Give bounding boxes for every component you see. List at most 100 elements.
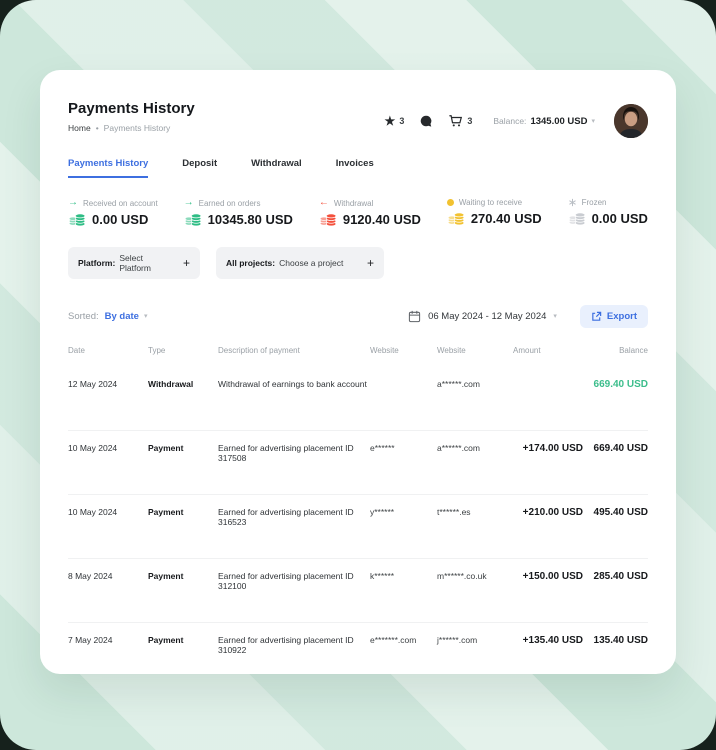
export-label: Export	[607, 311, 637, 322]
stat-label: Earned on orders	[199, 199, 261, 208]
pending-dot-icon	[447, 199, 454, 206]
messages-button[interactable]	[419, 114, 433, 128]
tab-withdrawal[interactable]: Withdrawal	[251, 158, 302, 178]
chat-icon	[419, 114, 433, 128]
cell-balance: 495.40 USD	[583, 507, 648, 518]
cell-type: Payment	[148, 507, 218, 517]
header-left: Payments History Home • Payments History	[68, 100, 195, 133]
stat-label: Frozen	[582, 198, 607, 207]
projects-filter[interactable]: All projects: Choose a project +	[216, 247, 384, 279]
stat-value: 9120.40 USD	[343, 212, 421, 227]
cart-button[interactable]: 3	[448, 114, 472, 128]
cell-type: Payment	[148, 635, 218, 645]
breadcrumb-separator: •	[96, 123, 99, 133]
balance-label: Balance:	[493, 116, 526, 126]
coins-icon	[568, 211, 586, 226]
stat-value: 10345.80 USD	[208, 212, 293, 227]
balance-menu[interactable]: Balance: 1345.00 USD ▾	[493, 116, 595, 127]
column-header-description: Description of payment	[218, 346, 370, 355]
platform-filter[interactable]: Platform: Select Platform +	[68, 247, 200, 279]
payments-table: Date Type Description of payment Website…	[68, 346, 648, 687]
favorites-button[interactable]: ★ 3	[385, 115, 405, 127]
cell-description: Earned for advertising placement ID 3165…	[218, 507, 370, 527]
tab-deposit[interactable]: Deposit	[182, 158, 217, 178]
plus-icon: +	[169, 256, 190, 270]
stat-label: Withdrawal	[334, 199, 374, 208]
cart-count: 3	[467, 116, 472, 126]
cell-website-1: e******	[370, 443, 437, 453]
cell-website-2: a******.com	[437, 379, 513, 389]
cell-description: Earned for advertising placement ID 3175…	[218, 443, 370, 463]
header-right: ★ 3 3 Balance: 1345.00 USD ▾	[385, 104, 648, 138]
breadcrumb-current: Payments History	[104, 123, 171, 133]
coins-icon	[184, 212, 202, 227]
column-header-amount: Amount	[513, 346, 583, 355]
platform-filter-label: Platform:	[78, 258, 115, 268]
cell-website-2: m******.co.uk	[437, 571, 513, 581]
tab-invoices[interactable]: Invoices	[336, 158, 374, 178]
cell-description: Withdrawal of earnings to bank account	[218, 379, 370, 389]
cell-balance: 285.40 USD	[583, 571, 648, 582]
cell-date: 10 May 2024	[68, 507, 148, 517]
cell-type: Payment	[148, 443, 218, 453]
cell-date: 8 May 2024	[68, 571, 148, 581]
stat-earned-on-orders: → Earned on orders 10345.80 USD	[184, 198, 293, 227]
cell-website-2: a******.com	[437, 443, 513, 453]
stat-value: 0.00 USD	[592, 211, 648, 226]
cell-amount: +150.00 USD	[513, 571, 583, 582]
card-header: Payments History Home • Payments History…	[68, 100, 648, 138]
cell-website-1: k******	[370, 571, 437, 581]
cell-balance: 669.40 USD	[583, 443, 648, 454]
stat-received-on-account: → Received on account 0.00 USD	[68, 198, 158, 227]
cell-date: 7 May 2024	[68, 635, 148, 645]
chevron-down-icon: ▾	[591, 118, 595, 125]
cell-website-1: y******	[370, 507, 437, 517]
column-header-date: Date	[68, 346, 148, 355]
table-row: 7 May 2024 Payment Earned for advertisin…	[68, 623, 648, 687]
cell-description: Earned for advertising placement ID 3109…	[218, 635, 370, 655]
projects-filter-value: Choose a project	[279, 258, 343, 268]
cell-date: 12 May 2024	[68, 379, 148, 389]
table-header: Date Type Description of payment Website…	[68, 346, 648, 367]
chevron-down-icon: ▾	[553, 313, 557, 320]
cell-website-2: j******.com	[437, 635, 513, 645]
cell-type: Payment	[148, 571, 218, 581]
export-icon	[591, 311, 602, 322]
stat-waiting-to-receive: Waiting to receive 270.40 USD	[447, 198, 542, 227]
breadcrumb: Home • Payments History	[68, 123, 195, 133]
avatar-image	[614, 104, 648, 138]
table-row: 10 May 2024 Payment Earned for advertisi…	[68, 431, 648, 495]
cell-type: Withdrawal	[148, 379, 218, 389]
column-header-website-2: Website	[437, 346, 513, 355]
sorted-label: Sorted:	[68, 311, 99, 322]
tab-bar: Payments History Deposit Withdrawal Invo…	[68, 158, 648, 178]
column-header-type: Type	[148, 346, 218, 355]
stats-row: → Received on account 0.00 USD → Earned …	[68, 198, 648, 227]
tab-payments-history[interactable]: Payments History	[68, 158, 148, 178]
date-range-picker[interactable]: 06 May 2024 - 12 May 2024 ▾	[408, 310, 557, 323]
filters-row: Platform: Select Platform + All projects…	[68, 247, 648, 279]
page-title: Payments History	[68, 100, 195, 117]
calendar-icon	[408, 310, 421, 323]
arrow-left-icon: ←	[319, 198, 329, 208]
star-icon: ★	[385, 115, 396, 127]
stat-label: Waiting to receive	[459, 198, 522, 207]
platform-filter-value: Select Platform	[119, 253, 165, 273]
cart-icon	[448, 114, 463, 128]
table-row: 12 May 2024 Withdrawal Withdrawal of ear…	[68, 367, 648, 431]
cell-balance: 669.40 USD	[583, 379, 648, 390]
export-button[interactable]: Export	[580, 305, 648, 328]
avatar[interactable]	[614, 104, 648, 138]
breadcrumb-home[interactable]: Home	[68, 123, 91, 133]
cell-balance: 135.40 USD	[583, 635, 648, 646]
table-row: 8 May 2024 Payment Earned for advertisin…	[68, 559, 648, 623]
cell-description: Earned for advertising placement ID 3121…	[218, 571, 370, 591]
table-toolbar: Sorted: By date ▾ 06 May 2024 - 12 May 2…	[68, 305, 648, 328]
table-row: 10 May 2024 Payment Earned for advertisi…	[68, 495, 648, 559]
sort-selector[interactable]: By date	[105, 311, 139, 322]
cell-amount: +135.40 USD	[513, 635, 583, 646]
cell-website-2: t******.es	[437, 507, 513, 517]
favorites-count: 3	[399, 116, 404, 126]
date-range-value: 06 May 2024 - 12 May 2024	[428, 311, 546, 322]
stat-value: 270.40 USD	[471, 211, 542, 226]
